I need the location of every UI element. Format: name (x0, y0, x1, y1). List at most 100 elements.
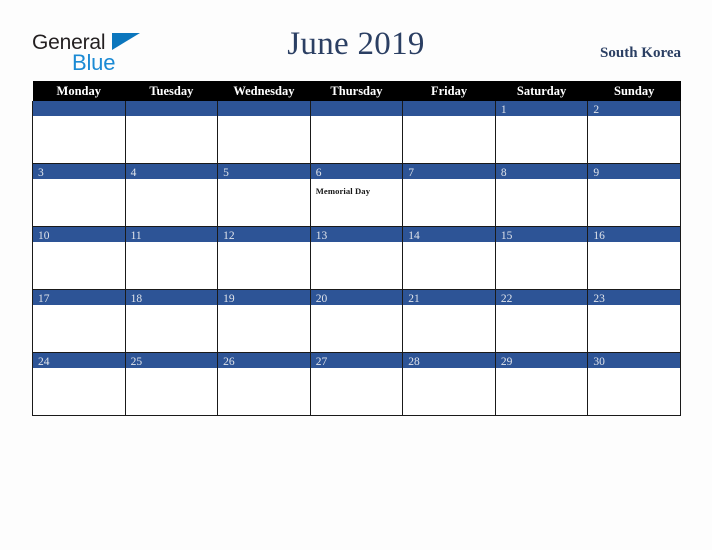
day-number: 4 (130, 167, 137, 179)
day-number-band: 22 (495, 290, 588, 305)
day-number-band: 11 (125, 227, 218, 242)
calendar-body: 1 2 3 4 5 6 Memorial Day 7 8 9 10 11 12 13 14 15 16 17 18 1… (32, 101, 681, 416)
day-number-band: 16 (588, 227, 680, 242)
calendar-day-cell[interactable]: 29 (494, 352, 589, 416)
day-event-area (403, 179, 495, 181)
day-number-band (310, 101, 403, 116)
day-number-band: 19 (218, 290, 310, 305)
calendar-day-cell[interactable] (32, 101, 126, 164)
calendar-day-cell[interactable]: 9 (587, 163, 681, 227)
calendar-day-cell[interactable] (309, 101, 404, 164)
day-cell-content: 28 (403, 353, 495, 415)
day-number-band: 7 (403, 164, 495, 179)
day-number: 21 (408, 293, 420, 305)
day-cell-content: 15 (495, 227, 588, 289)
calendar-day-cell[interactable]: 8 (494, 163, 589, 227)
calendar-day-cell[interactable]: 6 Memorial Day (309, 163, 404, 227)
day-number-band: 3 (33, 164, 125, 179)
day-number-band: 15 (495, 227, 588, 242)
day-cell-content: 24 (33, 353, 125, 415)
calendar-day-cell[interactable]: 27 (309, 352, 404, 416)
day-number-band: 27 (310, 353, 403, 368)
day-cell-content: 16 (588, 227, 680, 289)
calendar-day-cell[interactable]: 24 (32, 352, 126, 416)
calendar-day-cell[interactable] (402, 101, 496, 164)
day-event-area (496, 116, 588, 118)
day-number: 11 (130, 230, 142, 242)
day-cell-content: 5 (218, 164, 310, 226)
day-cell-content: 18 (125, 290, 218, 352)
day-cell-content: 6 Memorial Day (310, 164, 403, 226)
day-number: 8 (500, 167, 507, 179)
calendar-day-cell[interactable]: 19 (217, 289, 311, 353)
day-number-band: 10 (33, 227, 125, 242)
calendar-week-row: 24 25 26 27 28 29 30 (32, 352, 681, 416)
weekday-header-row: Monday Tuesday Wednesday Thursday Friday… (32, 81, 681, 101)
day-number-band: 5 (218, 164, 310, 179)
day-cell-content: 3 (33, 164, 125, 226)
day-event-area (588, 179, 680, 181)
day-event-area (126, 179, 218, 181)
calendar-week-row: 12 (32, 101, 681, 164)
weekday-header-friday: Friday (402, 81, 496, 101)
day-cell-content: 23 (588, 290, 680, 352)
calendar-day-cell[interactable]: 2 (587, 101, 681, 164)
calendar-day-cell[interactable]: 17 (32, 289, 126, 353)
day-event-area (496, 179, 588, 181)
day-number-band: 9 (588, 164, 680, 179)
day-event-area (403, 116, 495, 118)
calendar-day-cell[interactable]: 7 (402, 163, 496, 227)
day-number-band: 20 (310, 290, 403, 305)
calendar-day-cell[interactable]: 30 (587, 352, 681, 416)
day-cell-content: 11 (125, 227, 218, 289)
calendar-day-cell[interactable]: 12 (217, 226, 311, 290)
day-event-area (33, 179, 125, 181)
day-cell-content: 30 (588, 353, 680, 415)
calendar-day-cell[interactable]: 23 (587, 289, 681, 353)
day-cell-content: 14 (403, 227, 495, 289)
calendar-day-cell[interactable]: 14 (402, 226, 496, 290)
day-number: 17 (38, 293, 50, 305)
calendar-day-cell[interactable]: 16 (587, 226, 681, 290)
day-number-band (33, 101, 125, 116)
calendar-day-cell[interactable]: 5 (217, 163, 311, 227)
day-cell-content (218, 101, 310, 163)
calendar-day-cell[interactable]: 18 (124, 289, 219, 353)
day-number: 6 (315, 167, 322, 179)
calendar-day-cell[interactable]: 4 (124, 163, 219, 227)
day-number: 24 (38, 356, 50, 368)
calendar-day-cell[interactable]: 15 (494, 226, 589, 290)
calendar-day-cell[interactable]: 3 (32, 163, 126, 227)
day-number: 26 (223, 356, 235, 368)
day-cell-content: 10 (33, 227, 125, 289)
calendar-day-cell[interactable] (217, 101, 311, 164)
day-number: 7 (408, 167, 414, 179)
day-number: 15 (500, 230, 513, 242)
day-number: 25 (130, 356, 143, 368)
day-number-band: 4 (125, 164, 218, 179)
weekday-header-tuesday: Tuesday (125, 81, 218, 101)
day-event-area (218, 179, 310, 181)
calendar-day-cell[interactable]: 21 (402, 289, 496, 353)
calendar-day-cell[interactable] (124, 101, 219, 164)
day-number: 16 (593, 230, 605, 242)
country-label: South Korea (600, 45, 681, 61)
calendar-day-cell[interactable]: 26 (217, 352, 311, 416)
day-number: 27 (315, 356, 328, 368)
day-number-band: 26 (218, 353, 310, 368)
weekday-header-thursday: Thursday (310, 81, 403, 101)
calendar-day-cell[interactable]: 25 (124, 352, 219, 416)
calendar-day-cell[interactable]: 22 (494, 289, 589, 353)
calendar-day-cell[interactable]: 28 (402, 352, 496, 416)
day-number-band: 6 (310, 164, 403, 179)
weekday-header-saturday: Saturday (495, 81, 588, 101)
calendar-day-cell[interactable]: 1 (494, 101, 589, 164)
day-number-band: 29 (495, 353, 588, 368)
day-number-band: 25 (125, 353, 218, 368)
calendar-day-cell[interactable]: 20 (309, 289, 404, 353)
day-cell-content (125, 101, 218, 163)
calendar-day-cell[interactable]: 10 (32, 226, 126, 290)
calendar-day-cell[interactable]: 13 (309, 226, 404, 290)
calendar-day-cell[interactable]: 11 (124, 226, 219, 290)
day-number-band: 28 (403, 353, 495, 368)
